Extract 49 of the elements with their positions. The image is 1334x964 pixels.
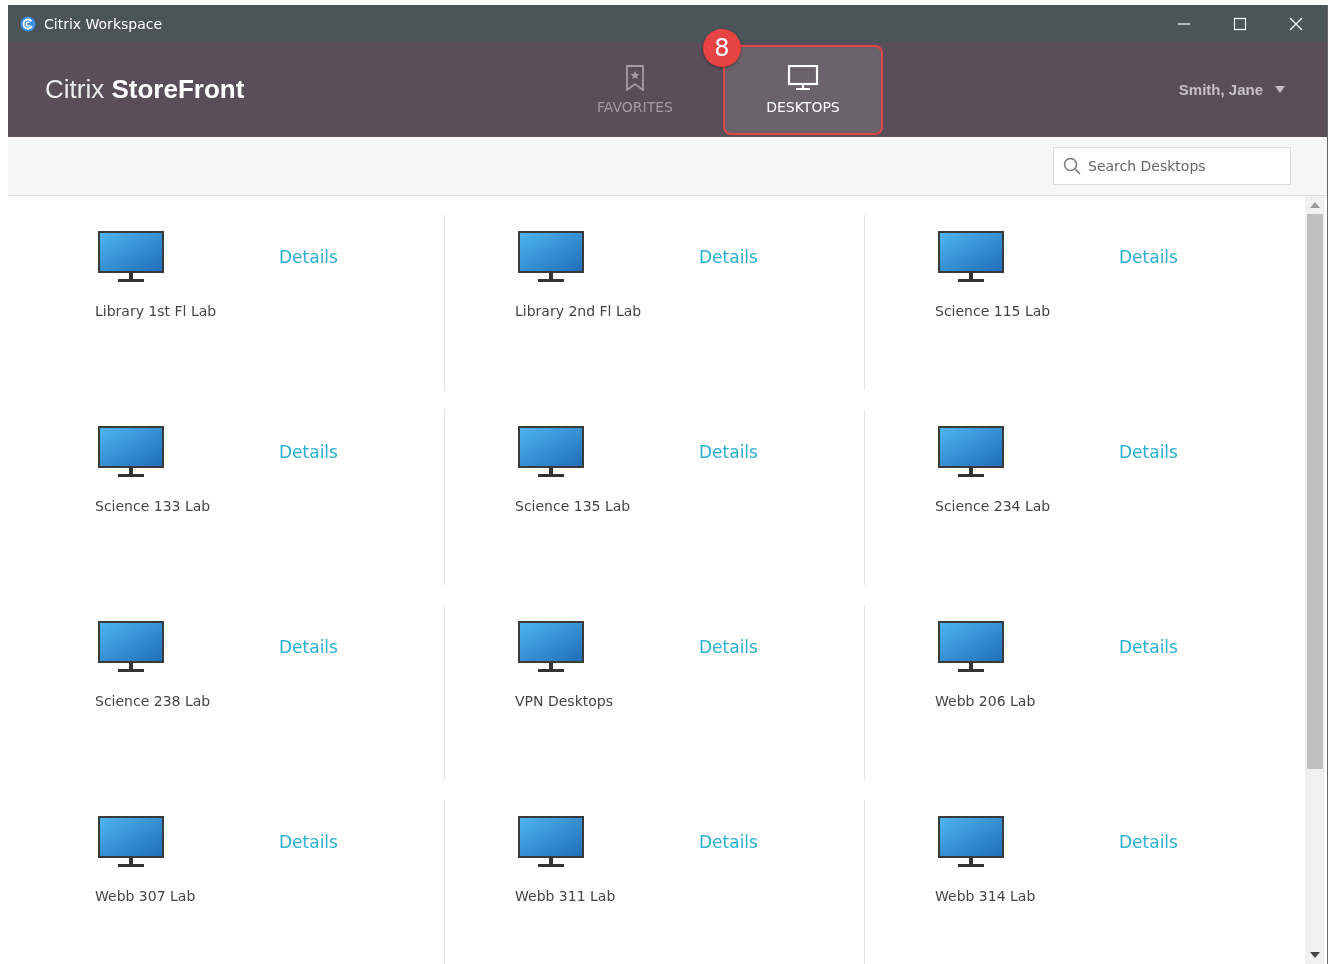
desktop-monitor-icon[interactable] (518, 816, 584, 868)
desktop-name[interactable]: Webb 307 Lab (95, 888, 444, 904)
desktop-monitor-icon[interactable] (98, 621, 164, 673)
desktop-name[interactable]: Webb 311 Lab (515, 888, 864, 904)
details-link[interactable]: Details (699, 247, 758, 267)
window-title: Citrix Workspace (44, 15, 163, 32)
desktop-name[interactable]: Library 2nd Fl Lab (515, 303, 864, 319)
desktop-monitor-icon[interactable] (518, 426, 584, 478)
bookmark-icon (625, 65, 645, 91)
desktop-monitor-icon[interactable] (98, 816, 164, 868)
desktop-monitor-icon[interactable] (98, 426, 164, 478)
scroll-down-icon[interactable] (1310, 952, 1320, 958)
details-link[interactable]: Details (1119, 442, 1178, 462)
desktop-name[interactable]: Library 1st Fl Lab (95, 303, 444, 319)
desktop-monitor-icon[interactable] (938, 426, 1004, 478)
scrollbar[interactable] (1305, 196, 1325, 964)
search-field[interactable]: Search Desktops (1053, 147, 1291, 185)
desktop-name[interactable]: Science 133 Lab (95, 498, 444, 514)
desktop-monitor-icon[interactable] (938, 816, 1004, 868)
details-link[interactable]: Details (699, 637, 758, 657)
desktop-name[interactable]: Science 115 Lab (935, 303, 1285, 319)
app-logo-icon (20, 15, 36, 32)
details-link[interactable]: Details (279, 247, 338, 267)
details-link[interactable]: Details (1119, 247, 1178, 267)
details-link[interactable]: Details (699, 442, 758, 462)
desktop-name[interactable]: Science 238 Lab (95, 693, 444, 709)
desktop-monitor-icon[interactable] (938, 231, 1004, 283)
details-link[interactable]: Details (279, 637, 338, 657)
desktop-name[interactable]: Science 234 Lab (935, 498, 1285, 514)
desktop-name[interactable]: VPN Desktops (515, 693, 864, 709)
desktop-name[interactable]: Science 135 Lab (515, 498, 864, 514)
desktop-monitor-icon[interactable] (98, 231, 164, 283)
brand-logo: Citrix StoreFront (44, 74, 246, 105)
details-link[interactable]: Details (1119, 832, 1178, 852)
details-link[interactable]: Details (1119, 637, 1178, 657)
desktop-monitor-icon[interactable] (518, 621, 584, 673)
details-link[interactable]: Details (699, 832, 758, 852)
close-icon[interactable] (1289, 16, 1303, 31)
desktop-name[interactable]: Webb 206 Lab (935, 693, 1285, 709)
desktop-monitor-icon[interactable] (938, 621, 1004, 673)
user-menu[interactable]: Smith, Jane (1178, 81, 1285, 98)
desktop-monitor-icon[interactable] (518, 231, 584, 283)
details-link[interactable]: Details (279, 832, 338, 852)
monitor-icon (787, 65, 819, 91)
details-link[interactable]: Details (279, 442, 338, 462)
maximize-icon[interactable] (1233, 16, 1247, 31)
dropdown-arrow-icon (1275, 85, 1285, 94)
desktop-name[interactable]: Webb 314 Lab (935, 888, 1285, 904)
search-icon (1063, 157, 1081, 175)
